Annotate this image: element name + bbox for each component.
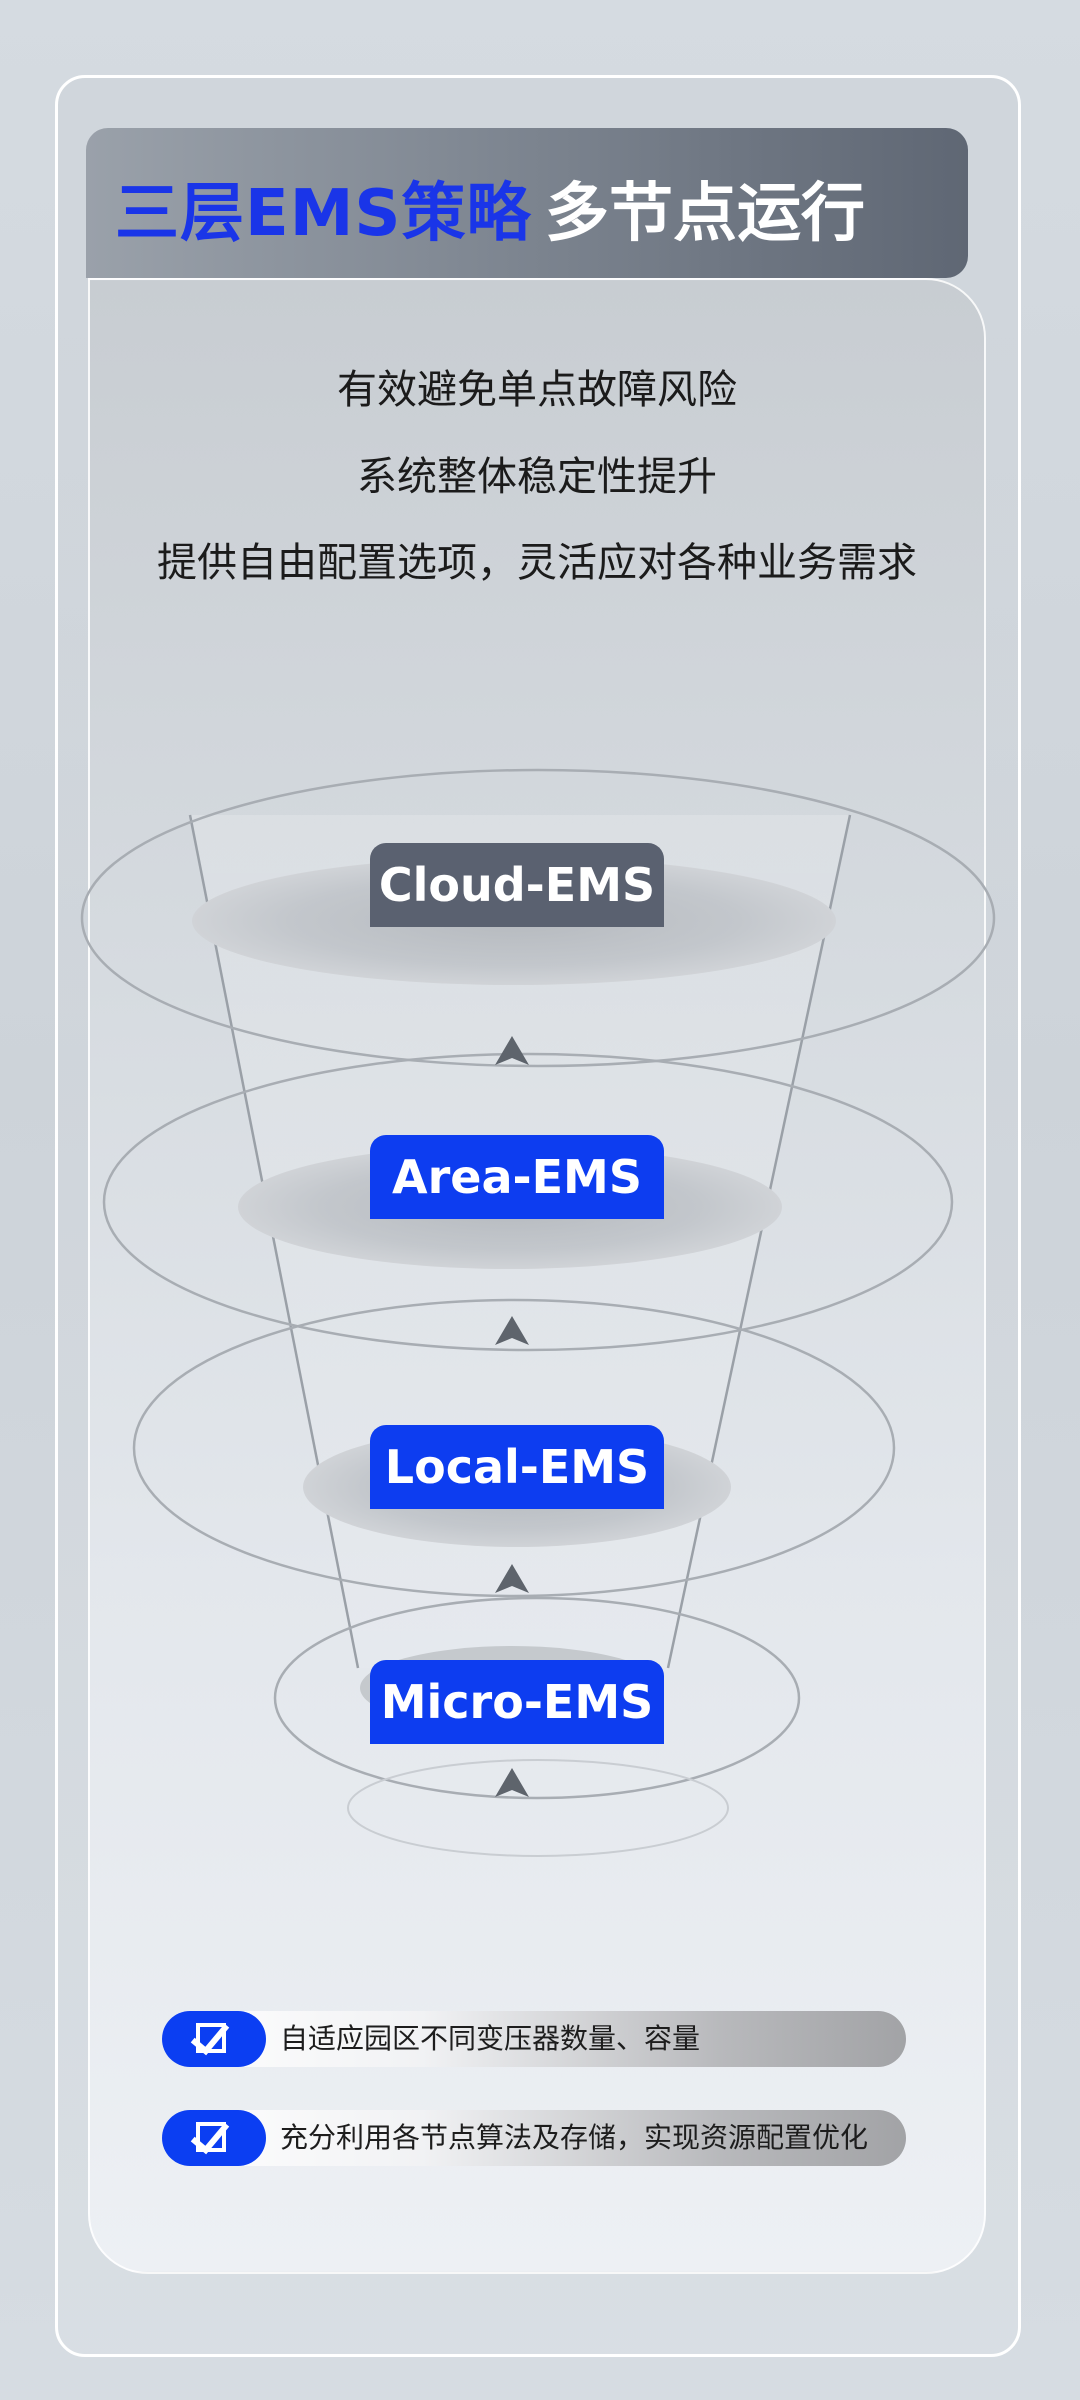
tier-label-area-ems: Area-EMS bbox=[370, 1135, 664, 1219]
feature-text-1: 自适应园区不同变压器数量、容量 bbox=[280, 2022, 701, 2055]
tier-label-micro-ems: Micro-EMS bbox=[370, 1660, 664, 1744]
feature-check-badge-2 bbox=[162, 2110, 266, 2166]
feature-text-2: 充分利用各节点算法及存储，实现资源配置优化 bbox=[280, 2121, 869, 2154]
up-arrow-icon bbox=[495, 1768, 529, 1797]
base-ring bbox=[347, 1759, 729, 1857]
tier-label-local-ems: Local-EMS bbox=[370, 1425, 664, 1509]
feature-check-badge-1 bbox=[162, 2011, 266, 2067]
tier-label-cloud-ems: Cloud-EMS bbox=[370, 843, 664, 927]
